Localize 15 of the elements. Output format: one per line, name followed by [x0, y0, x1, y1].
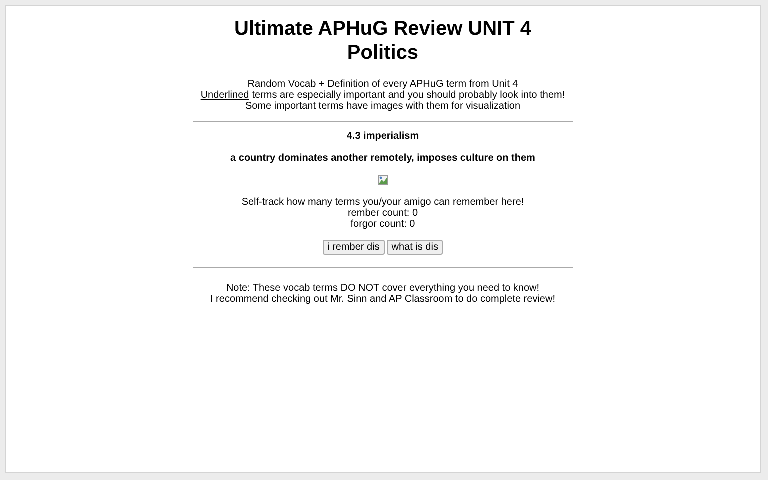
term-name: 4.3 imperialism [346, 131, 420, 142]
count-text: rember count: 0 [348, 208, 418, 219]
term-definition: a country dominates another remotely, imposes culture on them [230, 153, 536, 164]
action-button[interactable]: i rember dis [322, 240, 385, 255]
count-text: forgor count: 0 [350, 219, 416, 230]
intro-text: Some important terms have images with them for visualization [245, 101, 521, 112]
underlined-term: Underlined [200, 90, 250, 101]
note-text: I recommend checking out Mr. Sinn and AP Classroom to do complete review! [210, 294, 556, 305]
broken-image-icon [378, 175, 388, 185]
page-title: Ultimate APHuG Review UNIT 4 Politics [233, 17, 533, 65]
note-text: Note: These vocab terms DO NOT cover everything you need to know! [226, 283, 540, 294]
tracker-prompt: Self-track how many terms you/your amigo can remember here! [242, 197, 524, 208]
action-button[interactable]: what is dis [386, 240, 444, 255]
intro-text: terms are especially important and you should probably look into them! [252, 90, 566, 101]
intro-text: Random Vocab + Definition of every APHuG term from Unit 4 [248, 79, 518, 90]
